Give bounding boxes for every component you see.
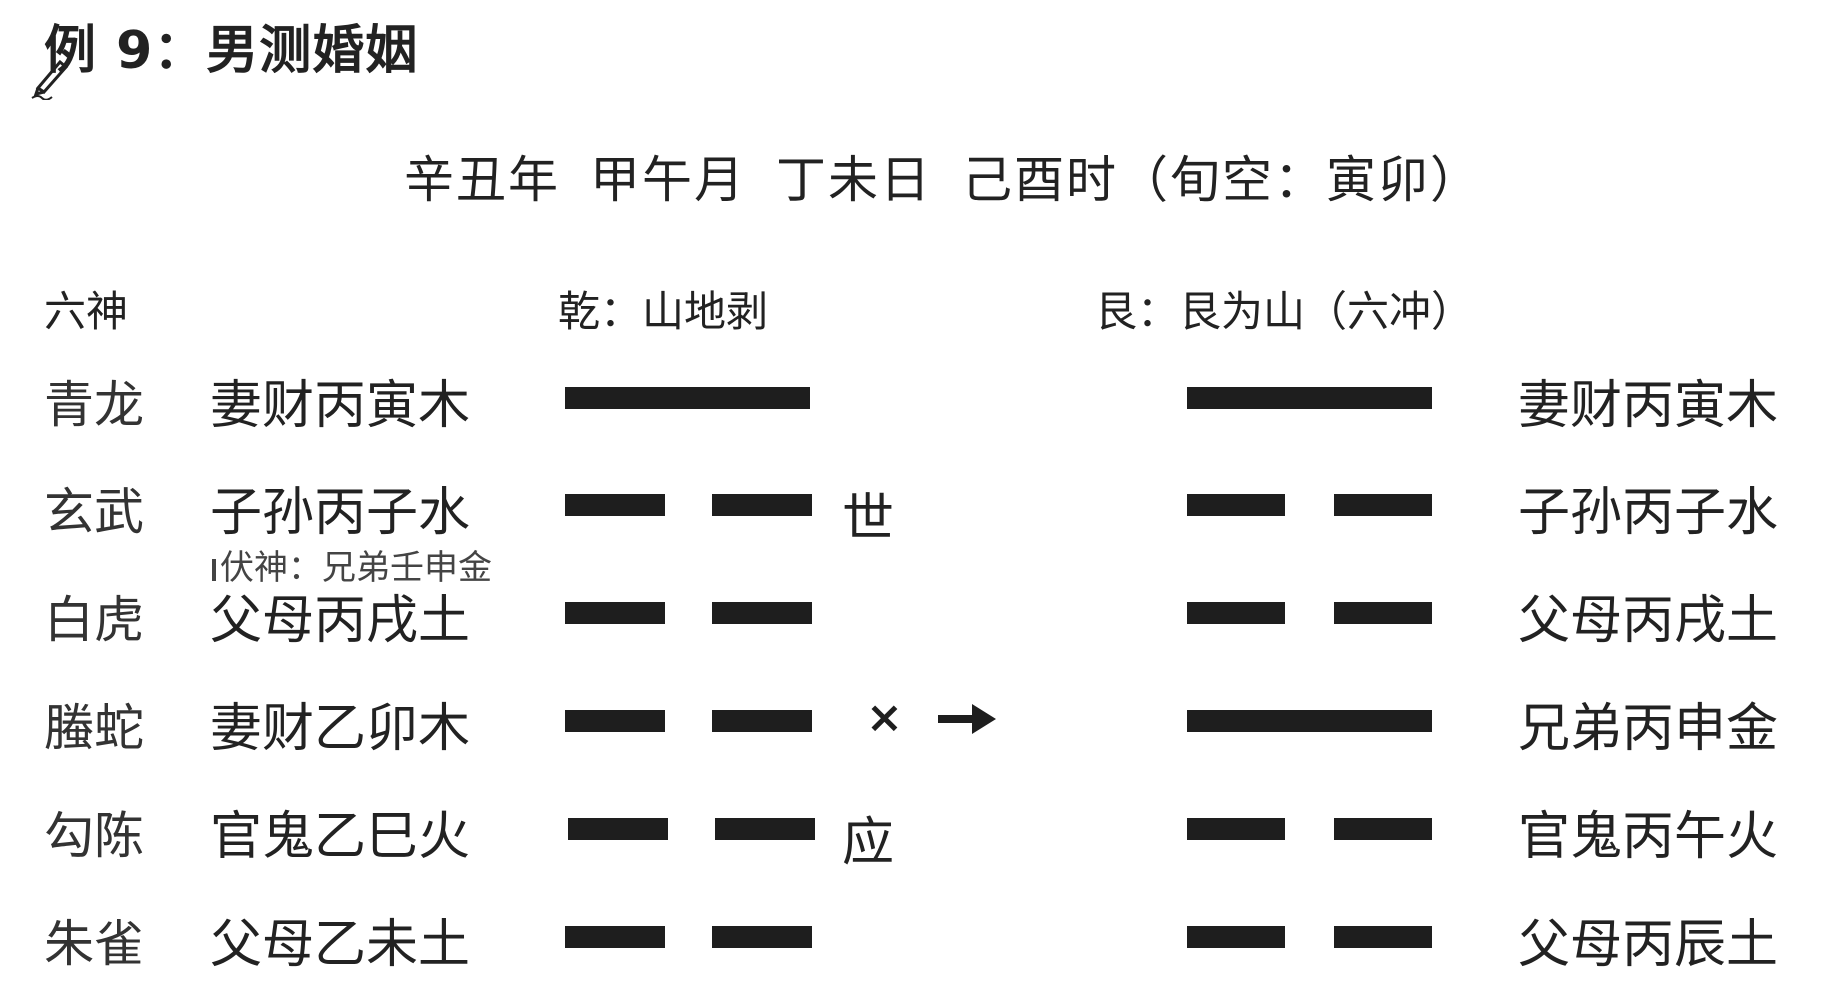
- changed-hexagram-header: 艮：艮为山（六冲）: [1095, 287, 1474, 336]
- ying-marker: 应: [842, 813, 895, 873]
- changed-line-label: 官鬼丙午火: [1518, 807, 1779, 867]
- arrow-right-icon: [938, 704, 996, 734]
- main-yin-line-right: [715, 818, 815, 840]
- changed-yang-line: [1187, 387, 1432, 409]
- changed-yin-line-right: [1334, 818, 1432, 840]
- god-label: 朱雀: [44, 915, 144, 973]
- changed-line-label: 妻财丙寅木: [1518, 376, 1779, 436]
- main-yin-line-left: [565, 602, 665, 624]
- main-line-label: 子孙丙子水: [210, 483, 471, 543]
- main-yin-line-left: [565, 710, 665, 732]
- main-yang-line: [565, 387, 810, 409]
- main-line-label: 官鬼乙巳火: [210, 807, 471, 867]
- changed-yin-line-right: [1334, 602, 1432, 624]
- god-label: 螣蛇: [44, 699, 144, 757]
- god-label: 玄武: [44, 483, 144, 541]
- month-pillar: 甲午月: [590, 151, 746, 209]
- year-pillar: 辛丑年: [404, 151, 560, 209]
- moving-line-marker: ×: [866, 692, 903, 743]
- main-line-label: 妻财丙寅木: [210, 376, 471, 436]
- shi-marker: 世: [842, 489, 895, 549]
- changed-yang-line: [1187, 710, 1432, 732]
- changed-line-label: 子孙丙子水: [1518, 483, 1779, 543]
- changed-yin-line-left: [1187, 926, 1285, 948]
- main-yin-line-right: [712, 602, 812, 624]
- main-line-label: 父母丙戌土: [210, 591, 471, 651]
- god-label: 白虎: [44, 591, 144, 649]
- changed-line-label: 父母丙戌土: [1518, 591, 1779, 651]
- main-line-label: 妻财乙卯木: [210, 699, 471, 759]
- changed-yin-line-right: [1334, 926, 1432, 948]
- god-label: 勾陈: [44, 807, 144, 865]
- main-yin-line-left: [565, 494, 665, 516]
- main-yin-line-right: [712, 494, 812, 516]
- changed-line-label: 父母丙辰土: [1518, 915, 1779, 975]
- god-label: 青龙: [44, 376, 144, 434]
- changed-yin-line-left: [1187, 818, 1285, 840]
- date-line: 辛丑年 甲午月 丁未日 己酉时（旬空：寅卯）: [404, 140, 1482, 212]
- main-line-label: 父母乙未土: [210, 915, 471, 975]
- changed-yin-line-left: [1187, 602, 1285, 624]
- changed-yin-line-right: [1334, 494, 1432, 516]
- pen-icon: [31, 59, 69, 100]
- day-pillar: 丁未日: [776, 151, 932, 209]
- liushen-header: 六神: [44, 287, 129, 336]
- page-title: 例 9：男测婚姻: [44, 21, 419, 81]
- main-yin-line-right: [712, 710, 812, 732]
- changed-line-label: 兄弟丙申金: [1518, 699, 1779, 759]
- main-yin-line-left: [565, 926, 665, 948]
- hour-pillar: 己酉时: [962, 151, 1118, 209]
- changed-yin-line-left: [1187, 494, 1285, 516]
- main-yin-line-right: [712, 926, 812, 948]
- main-yin-line-left: [568, 818, 668, 840]
- xunkong: （旬空：寅卯）: [1118, 151, 1482, 209]
- main-hexagram-header: 乾：山地剥: [558, 287, 769, 336]
